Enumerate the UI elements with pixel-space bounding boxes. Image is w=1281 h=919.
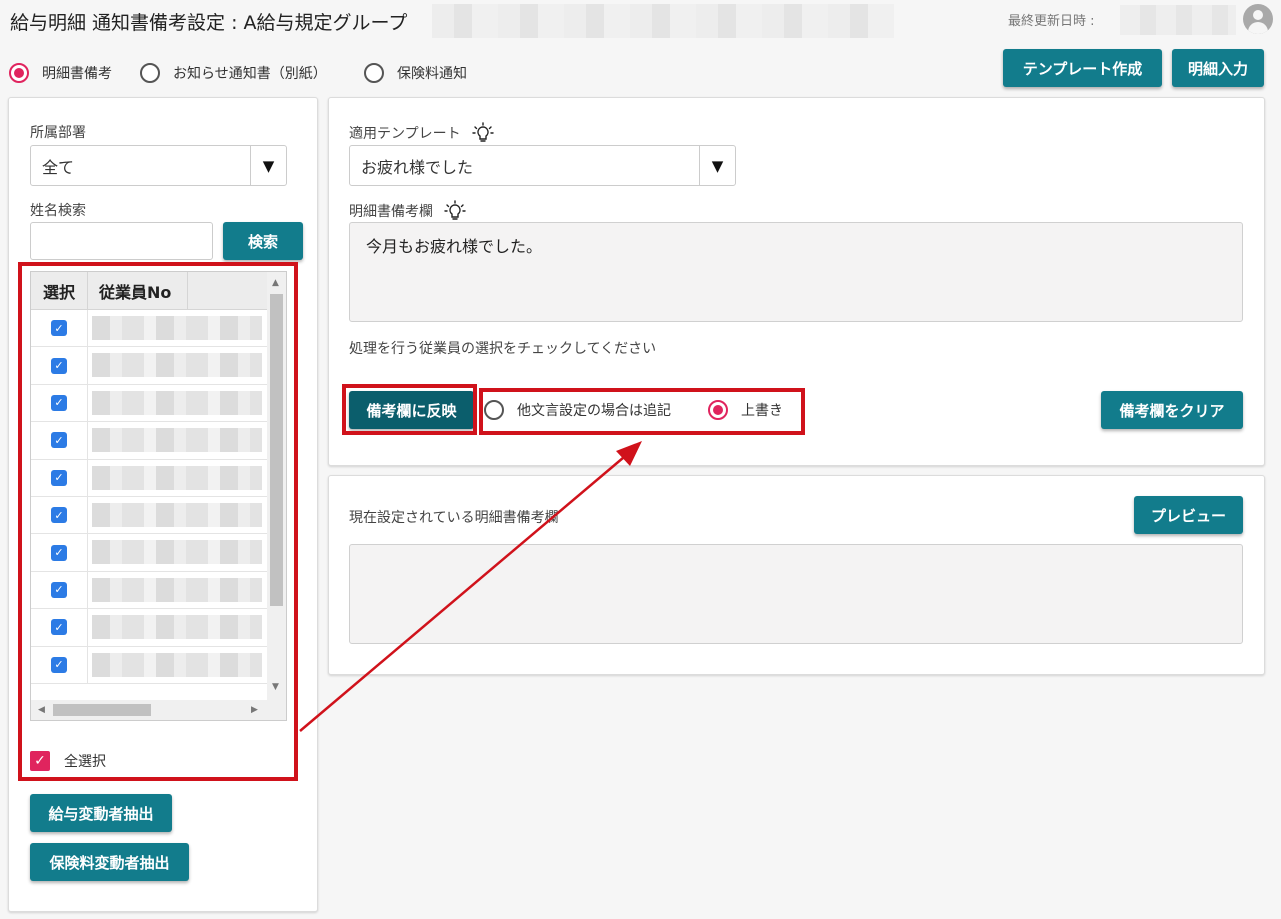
template-select[interactable]: お疲れ様でした ▼ — [349, 145, 736, 186]
template-label-row: 適用テンプレート — [349, 122, 495, 144]
remarks-label-row: 明細書備考欄 — [349, 200, 467, 222]
lightbulb-icon[interactable] — [443, 200, 467, 222]
annotation-highlight-mode-radios — [479, 388, 805, 435]
annotation-highlight-apply-button — [342, 384, 477, 435]
department-label: 所属部署 — [30, 125, 86, 141]
department-select[interactable]: 全て ▼ — [30, 145, 287, 186]
last-updated-label: 最終更新日時 : — [1008, 14, 1095, 29]
clear-remarks-button[interactable]: 備考欄をクリア — [1101, 391, 1243, 429]
user-avatar-icon[interactable] — [1243, 4, 1273, 34]
salary-change-extract-button[interactable]: 給与変動者抽出 — [30, 794, 172, 832]
detail-input-button[interactable]: 明細入力 — [1172, 49, 1264, 87]
mode-radio-notice-separate[interactable]: お知らせ通知書（別紙） — [140, 63, 327, 83]
name-search-input[interactable] — [30, 222, 213, 260]
mode-radio-label: 保険料通知 — [397, 66, 467, 82]
department-select-value: 全て — [42, 157, 75, 177]
template-create-button[interactable]: テンプレート作成 — [1003, 49, 1162, 87]
annotation-highlight-employee-list — [18, 262, 298, 781]
insurance-change-extract-button[interactable]: 保険料変動者抽出 — [30, 843, 189, 881]
mode-radio-insurance-notice[interactable]: 保険料通知 — [364, 63, 467, 83]
radio-selected-icon — [9, 63, 29, 83]
search-button[interactable]: 検索 — [223, 222, 303, 260]
triangle-down-icon: ▼ — [699, 146, 735, 185]
mode-radio-label: お知らせ通知書（別紙） — [173, 66, 327, 82]
redacted-title-suffix — [432, 4, 894, 38]
template-select-value: お疲れ様でした — [361, 157, 474, 177]
preview-button[interactable]: プレビュー — [1134, 496, 1243, 534]
current-remarks-label: 現在設定されている明細書備考欄 — [349, 510, 559, 526]
remarks-label: 明細書備考欄 — [349, 204, 433, 220]
name-search-label: 姓名検索 — [30, 203, 86, 219]
template-label: 適用テンプレート — [349, 126, 461, 142]
redacted-last-updated-value — [1120, 5, 1236, 35]
current-remarks-display — [349, 544, 1243, 644]
instruction-text: 処理を行う従業員の選択をチェックしてください — [349, 341, 657, 357]
radio-unselected-icon — [140, 63, 160, 83]
mode-radio-statement-remarks[interactable]: 明細書備考 — [9, 63, 112, 83]
lightbulb-icon[interactable] — [471, 122, 495, 144]
radio-unselected-icon — [364, 63, 384, 83]
mode-radio-label: 明細書備考 — [42, 66, 112, 82]
remarks-textarea[interactable]: 今月もお疲れ様でした。 — [349, 222, 1243, 322]
triangle-down-icon: ▼ — [250, 146, 286, 185]
page-title: 給与明細 通知書備考設定 : A給与規定グループ — [10, 12, 408, 34]
